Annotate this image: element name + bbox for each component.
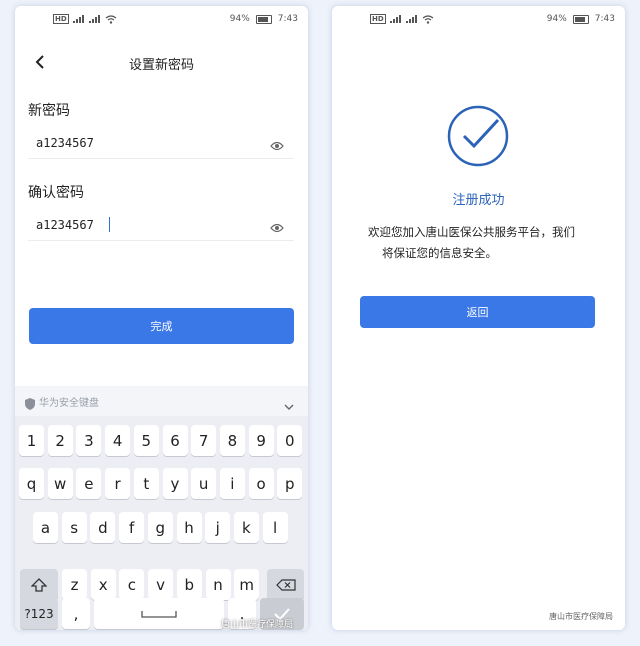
watermark: 唐山市医疗保障局 [549, 612, 613, 621]
confirm-password-input[interactable] [36, 214, 256, 236]
key-z[interactable]: z [62, 569, 87, 600]
key-r[interactable]: r [105, 468, 131, 499]
clock: 7:43 [277, 14, 298, 24]
key-y[interactable]: y [162, 468, 188, 499]
key-i[interactable]: i [219, 468, 245, 499]
key-s[interactable]: s [61, 512, 87, 543]
success-message: 欢迎您加入唐山医保公共服务平台，我们 将保证您的信息安全。 [368, 222, 605, 264]
key-c[interactable]: c [119, 569, 145, 600]
symbols-key[interactable]: ?123 [20, 598, 58, 629]
key-q[interactable]: q [19, 468, 44, 499]
hd-badge: HD [370, 14, 386, 24]
wifi-icon [105, 15, 117, 24]
key-l[interactable]: l [262, 512, 288, 543]
new-password-input[interactable] [36, 132, 256, 154]
confirm-password-label: 确认密码 [28, 185, 84, 201]
key-j[interactable]: j [205, 512, 231, 543]
status-bar: HD 94% 7:43 [15, 6, 308, 30]
keyboard-toolbar: 华为安全键盘 [15, 386, 308, 416]
new-password-row [28, 128, 294, 159]
watermark: 唐山市医疗保障局 [221, 620, 294, 630]
page-header: 设置新密码 [15, 50, 308, 74]
key-m[interactable]: m [234, 569, 260, 600]
key-w[interactable]: w [47, 468, 73, 499]
key-d[interactable]: d [90, 512, 116, 543]
signal-icon [389, 15, 402, 23]
hd-badge: HD [53, 14, 69, 24]
key-n[interactable]: n [205, 569, 231, 600]
key-8[interactable]: 8 [219, 425, 245, 456]
keyboard-name: 华为安全键盘 [39, 398, 99, 409]
comma-key[interactable]: , [62, 598, 90, 629]
success-check-icon [446, 104, 510, 168]
key-p[interactable]: p [277, 468, 303, 499]
key-5[interactable]: 5 [133, 425, 159, 456]
key-k[interactable]: k [233, 512, 259, 543]
success-message-line-1: 欢迎您加入唐山医保公共服务平台，我们 [368, 225, 575, 239]
key-e[interactable]: e [76, 468, 102, 499]
return-button[interactable]: 返回 [360, 296, 595, 328]
key-u[interactable]: u [191, 468, 217, 499]
confirm-password-row [28, 210, 294, 241]
success-message-line-2: 将保证您的信息安全。 [382, 246, 497, 260]
secure-keyboard: 华为安全键盘 1234567890 qwertyuiop asdfghjkl z… [15, 386, 308, 630]
key-6[interactable]: 6 [162, 425, 188, 456]
key-g[interactable]: g [147, 512, 173, 543]
key-f[interactable]: f [119, 512, 145, 543]
wifi-icon [422, 15, 434, 24]
battery-icon [255, 14, 272, 24]
key-o[interactable]: o [248, 468, 274, 499]
set-password-screen: HD 94% 7:43 设置新密码 新密码 确认密码 [15, 6, 308, 630]
new-password-label: 新密码 [28, 103, 70, 119]
key-h[interactable]: h [176, 512, 202, 543]
key-0[interactable]: 0 [277, 425, 303, 456]
key-x[interactable]: x [90, 569, 116, 600]
shield-icon [25, 395, 35, 410]
battery-icon [572, 14, 589, 24]
signal-icon-2 [405, 15, 418, 23]
status-bar: HD 94% 7:43 [332, 6, 625, 30]
shift-key[interactable] [20, 569, 58, 600]
key-t[interactable]: t [133, 468, 159, 499]
success-title: 注册成功 [452, 193, 505, 208]
key-b[interactable]: b [176, 569, 202, 600]
chevron-down-icon[interactable] [284, 396, 294, 410]
key-9[interactable]: 9 [248, 425, 274, 456]
battery-percent: 94% [229, 14, 250, 24]
key-7[interactable]: 7 [191, 425, 217, 456]
text-cursor [109, 217, 110, 232]
key-3[interactable]: 3 [76, 425, 102, 456]
backspace-key[interactable] [267, 569, 304, 600]
signal-icon-2 [88, 15, 101, 23]
page-title: 设置新密码 [128, 58, 194, 73]
clock: 7:43 [594, 14, 615, 24]
eye-icon[interactable] [270, 136, 284, 151]
key-v[interactable]: v [148, 569, 174, 600]
key-2[interactable]: 2 [47, 425, 73, 456]
battery-percent: 94% [546, 14, 567, 24]
key-1[interactable]: 1 [19, 425, 44, 456]
key-4[interactable]: 4 [105, 425, 131, 456]
eye-icon[interactable] [270, 218, 284, 233]
complete-button[interactable]: 完成 [29, 308, 294, 344]
space-key[interactable] [94, 598, 224, 629]
registration-success-screen: HD 94% 7:43 注册成功 欢迎您加入唐山医保公共服务平台，我们 将保证您… [332, 6, 625, 630]
signal-icon [72, 15, 85, 23]
key-a[interactable]: a [33, 512, 58, 543]
